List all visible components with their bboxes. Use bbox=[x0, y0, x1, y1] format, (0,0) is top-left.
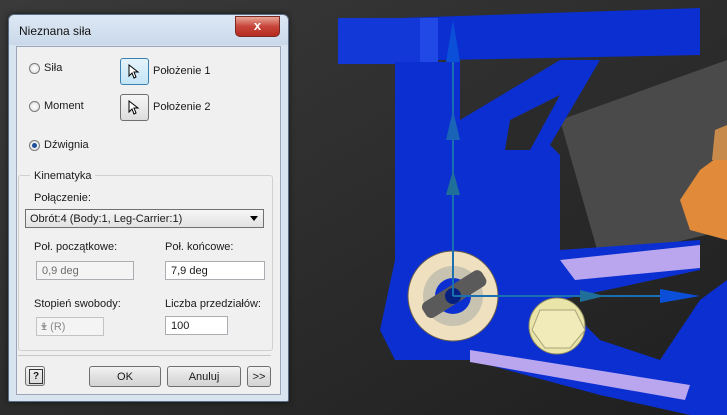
radio-moment[interactable]: Moment bbox=[29, 100, 84, 112]
dof-dropdown: 1 (R) bbox=[36, 317, 104, 336]
end-position-field[interactable]: 7,9 deg bbox=[165, 261, 265, 280]
chevron-down-icon bbox=[250, 216, 258, 221]
close-button[interactable]: x bbox=[235, 16, 280, 37]
radio-lever[interactable]: Dźwignia bbox=[29, 139, 89, 151]
cancel-label: Anuluj bbox=[188, 371, 220, 383]
start-position-value: 0,9 deg bbox=[42, 265, 79, 277]
help-icon: ? bbox=[29, 369, 43, 384]
expand-button[interactable]: >> bbox=[247, 366, 271, 387]
connection-dropdown[interactable]: Obrót:4 (Body:1, Leg-Carrier:1) bbox=[25, 209, 264, 228]
dof-label: Stopień swobody: bbox=[34, 298, 121, 310]
radio-force-button[interactable] bbox=[29, 62, 40, 74]
kinematics-group-title: Kinematyka bbox=[30, 170, 96, 182]
position2-pick-button[interactable] bbox=[120, 94, 149, 121]
start-position-field: 0,9 deg bbox=[36, 261, 134, 280]
radio-moment-label: Moment bbox=[44, 100, 84, 112]
footer-separator bbox=[18, 355, 271, 356]
radio-moment-button[interactable] bbox=[29, 100, 40, 112]
connection-label: Połączenie: bbox=[34, 192, 91, 204]
ok-button[interactable]: OK bbox=[89, 366, 161, 387]
position2-label: Położenie 2 bbox=[153, 101, 211, 113]
help-button[interactable]: ? bbox=[25, 366, 45, 386]
cursor-arrow-icon bbox=[128, 64, 140, 79]
radio-force-label: Siła bbox=[44, 62, 63, 74]
ok-label: OK bbox=[117, 371, 133, 383]
end-position-label: Poł. końcowe: bbox=[165, 241, 234, 253]
chevron-down-icon bbox=[41, 325, 47, 329]
intervals-label: Liczba przedziałów: bbox=[165, 298, 261, 310]
dialog-titlebar[interactable]: Nieznana siła x bbox=[9, 15, 288, 45]
intervals-field[interactable]: 100 bbox=[165, 316, 228, 335]
radio-lever-label: Dźwignia bbox=[44, 139, 89, 151]
dialog-title: Nieznana siła bbox=[19, 24, 92, 38]
radio-lever-button[interactable] bbox=[29, 139, 40, 151]
end-position-value: 7,9 deg bbox=[171, 265, 208, 277]
intervals-value: 100 bbox=[171, 320, 190, 332]
start-position-label: Poł. początkowe: bbox=[34, 241, 118, 253]
expand-label: >> bbox=[252, 371, 266, 383]
position1-label: Położenie 1 bbox=[153, 65, 211, 77]
radio-force[interactable]: Siła bbox=[29, 62, 62, 74]
cursor-arrow-icon bbox=[128, 100, 140, 115]
position1-pick-button[interactable] bbox=[120, 58, 149, 85]
close-icon: x bbox=[253, 18, 262, 33]
cancel-button[interactable]: Anuluj bbox=[167, 366, 241, 387]
connection-value: Obrót:4 (Body:1, Leg-Carrier:1) bbox=[30, 213, 183, 225]
